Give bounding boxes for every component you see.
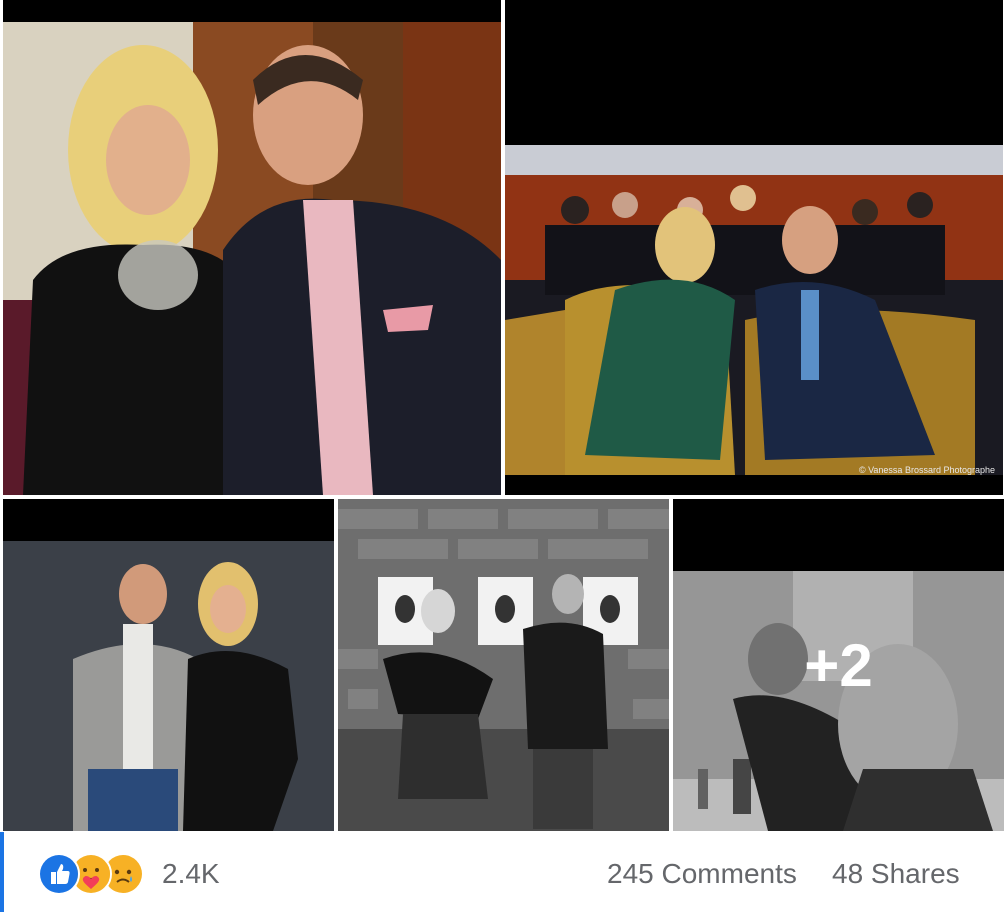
- photo-credit: © Vanessa Brossard Photographe: [858, 465, 995, 475]
- shares-link[interactable]: 48 Shares: [832, 856, 960, 892]
- like-icon: [38, 853, 80, 895]
- photo-makeup-room-bw[interactable]: +2: [673, 499, 1004, 831]
- reaction-icons[interactable]: [38, 853, 144, 895]
- photo-brick-wall-bw[interactable]: [338, 499, 669, 831]
- photo-studio-portrait[interactable]: [3, 499, 334, 831]
- reaction-count[interactable]: 2.4K: [162, 856, 220, 892]
- photo-audience-armchairs[interactable]: © Vanessa Brossard Photographe: [505, 0, 1003, 495]
- more-photos-overlay[interactable]: +2: [673, 499, 1004, 831]
- footer-accent-bar: [0, 832, 4, 912]
- comments-link[interactable]: 245 Comments: [607, 856, 797, 892]
- photo-tv-studio-duo[interactable]: [3, 0, 501, 495]
